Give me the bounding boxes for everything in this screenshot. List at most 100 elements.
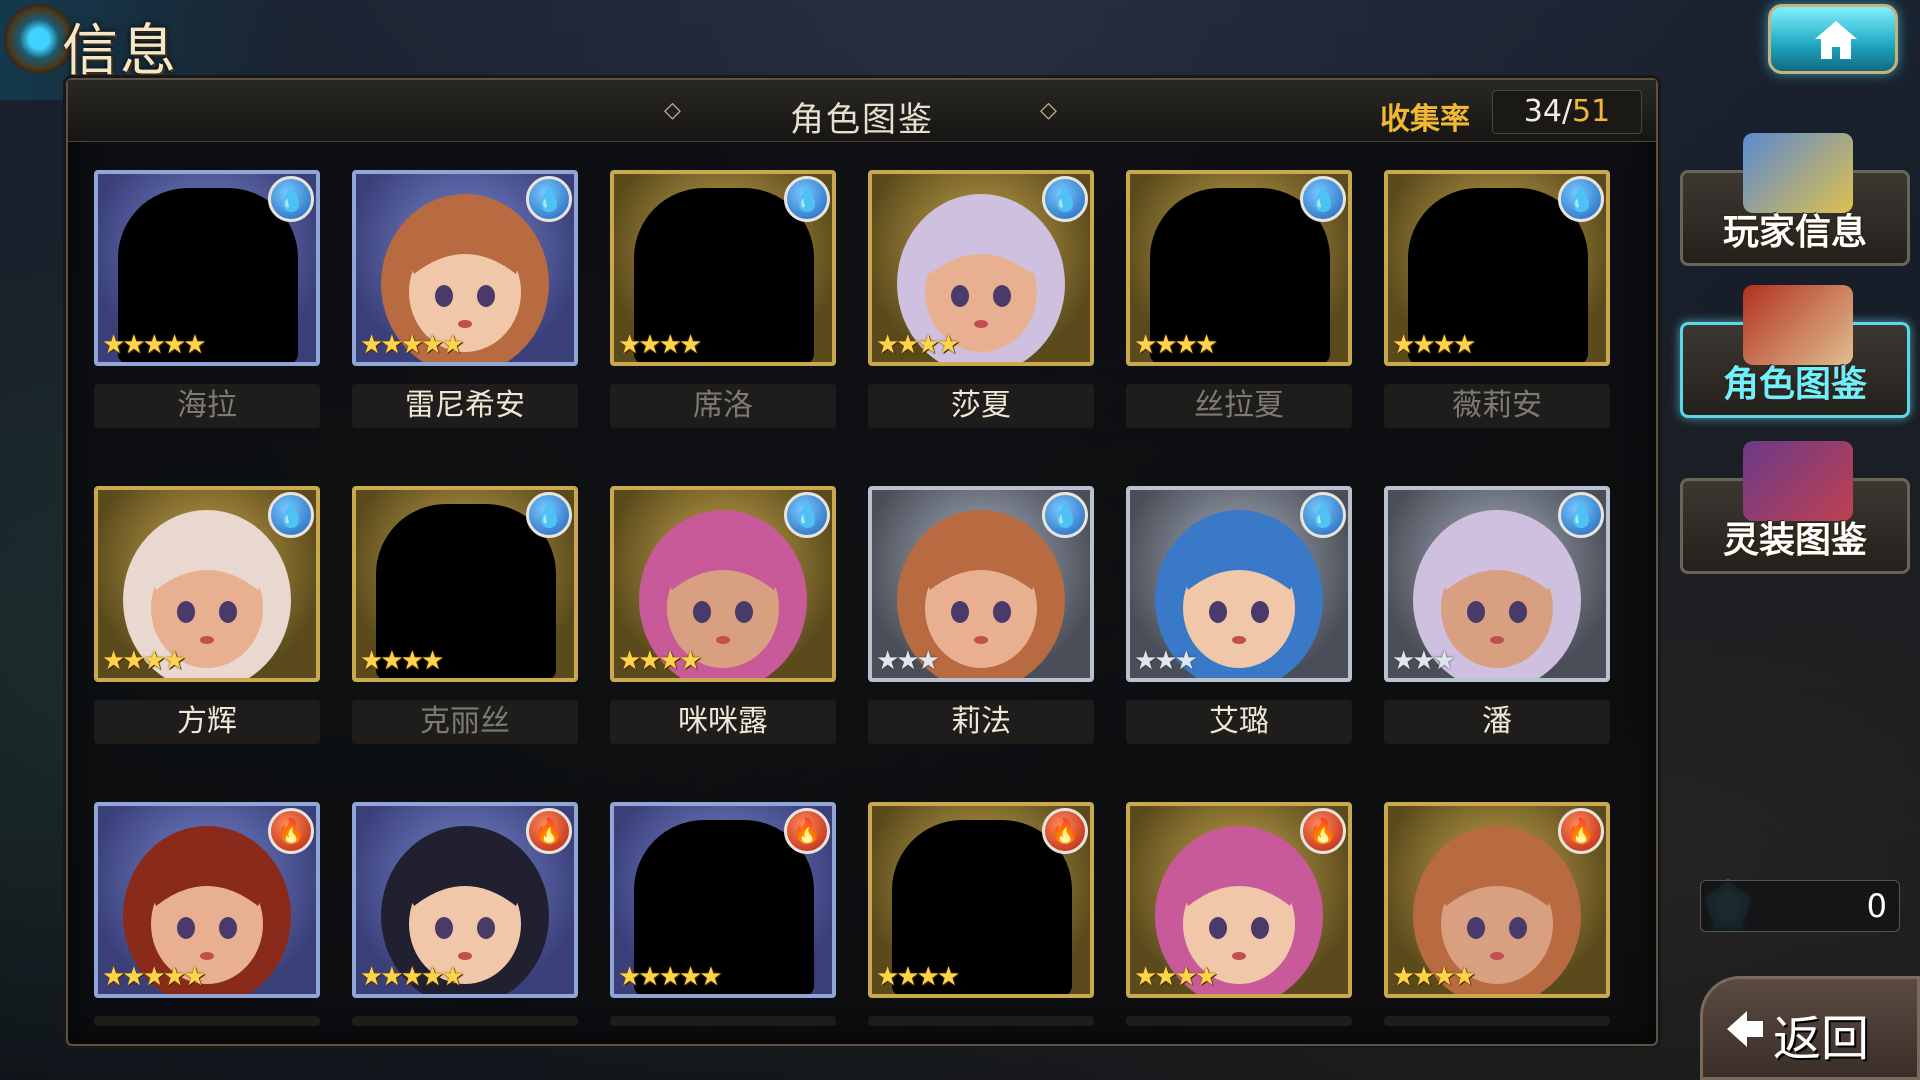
- water-element-icon: 💧: [784, 492, 830, 538]
- portrait-frame: 💧 ★★★★: [94, 486, 320, 682]
- character-card[interactable]: 🔥 ★★★★: [1384, 802, 1612, 1072]
- character-card[interactable]: 💧 ★★★★ 方辉: [94, 486, 322, 756]
- diamond-ornament-icon: ◇: [1040, 98, 1057, 123]
- rarity-stars: ★★★★★: [102, 330, 207, 360]
- portrait-frame: 💧 ★★★★: [610, 170, 836, 366]
- character-card[interactable]: 🔥 ★★★★★: [610, 802, 838, 1072]
- character-name: [1126, 1016, 1352, 1026]
- fire-element-icon: 🔥: [1300, 808, 1346, 854]
- character-card[interactable]: 💧 ★★★★ 咪咪露: [610, 486, 838, 756]
- side-menu-label: 角色图鉴: [1722, 364, 1867, 405]
- side-menu-player-info[interactable]: 玩家信息: [1680, 133, 1910, 266]
- rarity-stars: ★★★★: [876, 962, 960, 992]
- character-card[interactable]: 💧 ★★★★★ 雷尼希安: [352, 170, 580, 440]
- character-card[interactable]: 🔥 ★★★★★: [352, 802, 580, 1072]
- portrait-frame: 🔥 ★★★★★: [610, 802, 836, 998]
- back-arrow-icon: [1727, 1011, 1763, 1047]
- character-card[interactable]: 💧 ★★★★ 丝拉夏: [1126, 170, 1354, 440]
- character-card[interactable]: 💧 ★★★★ 克丽丝: [352, 486, 580, 756]
- back-label: 返回: [1773, 1011, 1870, 1067]
- character-card[interactable]: 💧 ★★★★ 薇莉安: [1384, 170, 1612, 440]
- water-element-icon: 💧: [1042, 176, 1088, 222]
- portrait-frame: 💧 ★★★★: [610, 486, 836, 682]
- portrait-frame: 💧 ★★★★: [1384, 170, 1610, 366]
- character-card[interactable]: 💧 ★★★★ 席洛: [610, 170, 838, 440]
- character-card[interactable]: 💧 ★★★ 潘: [1384, 486, 1612, 756]
- rarity-stars: ★★★: [1134, 646, 1198, 676]
- character-name: 丝拉夏: [1126, 384, 1352, 428]
- rarity-stars: ★★★★★: [360, 962, 465, 992]
- side-menu-character-book[interactable]: 角色图鉴: [1680, 285, 1910, 418]
- character-name: 莎夏: [868, 384, 1094, 428]
- back-button[interactable]: 返回: [1700, 976, 1920, 1080]
- character-name: [868, 1016, 1094, 1026]
- portrait-frame: 🔥 ★★★★: [1126, 802, 1352, 998]
- portrait-frame: 🔥 ★★★★★: [352, 802, 578, 998]
- home-icon: [1815, 21, 1857, 59]
- character-card[interactable]: 💧 ★★★★ 莎夏: [868, 170, 1096, 440]
- character-name: 咪咪露: [610, 700, 836, 744]
- fire-element-icon: 🔥: [526, 808, 572, 854]
- rarity-stars: ★★★★: [1392, 962, 1476, 992]
- total-count: 51: [1572, 94, 1611, 129]
- character-card[interactable]: 💧 ★★★ 艾璐: [1126, 486, 1354, 756]
- water-element-icon: 💧: [526, 176, 572, 222]
- character-card[interactable]: 💧 ★★★ 莉法: [868, 486, 1096, 756]
- portrait-frame: 💧 ★★★★★: [94, 170, 320, 366]
- collection-rate-value: 34/51: [1492, 90, 1642, 134]
- character-name: 莉法: [868, 700, 1094, 744]
- spirit-gear-book-icon: [1743, 441, 1853, 521]
- player-info-icon: [1743, 133, 1853, 213]
- character-name: 雷尼希安: [352, 384, 578, 428]
- rarity-stars: ★★★★: [360, 646, 444, 676]
- character-name: 海拉: [94, 384, 320, 428]
- side-menu-label: 灵装图鉴: [1722, 520, 1867, 561]
- water-element-icon: 💧: [268, 492, 314, 538]
- character-card[interactable]: 💧 ★★★★★ 海拉: [94, 170, 322, 440]
- portrait-frame: 🔥 ★★★★★: [94, 802, 320, 998]
- character-name: [352, 1016, 578, 1026]
- home-button[interactable]: [1768, 4, 1898, 74]
- fire-element-icon: 🔥: [784, 808, 830, 854]
- rarity-stars: ★★★★★: [102, 962, 207, 992]
- portrait-frame: 💧 ★★★★: [352, 486, 578, 682]
- game-screen: 信息 ◇ 角色图鉴 ◇ 收集率 34/51 💧 ★★★★★ 海拉 💧 ★★★★★ 雷尼希安…: [0, 0, 1920, 1080]
- fire-element-icon: 🔥: [268, 808, 314, 854]
- character-name: 席洛: [610, 384, 836, 428]
- water-element-icon: 💧: [268, 176, 314, 222]
- character-card[interactable]: 🔥 ★★★★: [1126, 802, 1354, 1072]
- fire-element-icon: 🔥: [1558, 808, 1604, 854]
- portrait-frame: 💧 ★★★★: [1126, 170, 1352, 366]
- side-menu-spirit-gear-book[interactable]: 灵装图鉴: [1680, 441, 1910, 574]
- rarity-stars: ★★★★: [1134, 962, 1218, 992]
- character-card[interactable]: 🔥 ★★★★★: [94, 802, 322, 1072]
- panel-header: ◇ 角色图鉴 ◇ 收集率 34/51: [68, 80, 1656, 142]
- character-name: 薇莉安: [1384, 384, 1610, 428]
- character-name: 方辉: [94, 700, 320, 744]
- rarity-stars: ★★★★: [618, 330, 702, 360]
- rarity-stars: ★★★: [1392, 646, 1456, 676]
- character-name: [1384, 1016, 1610, 1026]
- portrait-frame: 💧 ★★★★: [868, 170, 1094, 366]
- collection-separator: /: [1561, 94, 1573, 129]
- character-card[interactable]: 🔥 ★★★★: [868, 802, 1096, 1072]
- page-title: 信息: [62, 19, 178, 84]
- portrait-frame: 🔥 ★★★★: [868, 802, 1094, 998]
- fire-element-icon: 🔥: [1042, 808, 1088, 854]
- water-element-icon: 💧: [1042, 492, 1088, 538]
- rarity-stars: ★★★★★: [618, 962, 723, 992]
- water-element-icon: 💧: [526, 492, 572, 538]
- character-name: 克丽丝: [352, 700, 578, 744]
- character-collection-panel: ◇ 角色图鉴 ◇ 收集率 34/51 💧 ★★★★★ 海拉 💧 ★★★★★ 雷尼希安 💧 ★★…: [66, 78, 1658, 1046]
- portrait-frame: 🔥 ★★★★: [1384, 802, 1610, 998]
- portrait-frame: 💧 ★★★★★: [352, 170, 578, 366]
- rarity-stars: ★★★: [876, 646, 940, 676]
- rarity-stars: ★★★★: [1134, 330, 1218, 360]
- collection-rate-label: 收集率: [1380, 102, 1470, 137]
- portrait-frame: 💧 ★★★: [1126, 486, 1352, 682]
- character-name: [610, 1016, 836, 1026]
- rarity-stars: ★★★★: [1392, 330, 1476, 360]
- portrait-frame: 💧 ★★★: [868, 486, 1094, 682]
- character-name: 潘: [1384, 700, 1610, 744]
- portrait-frame: 💧 ★★★: [1384, 486, 1610, 682]
